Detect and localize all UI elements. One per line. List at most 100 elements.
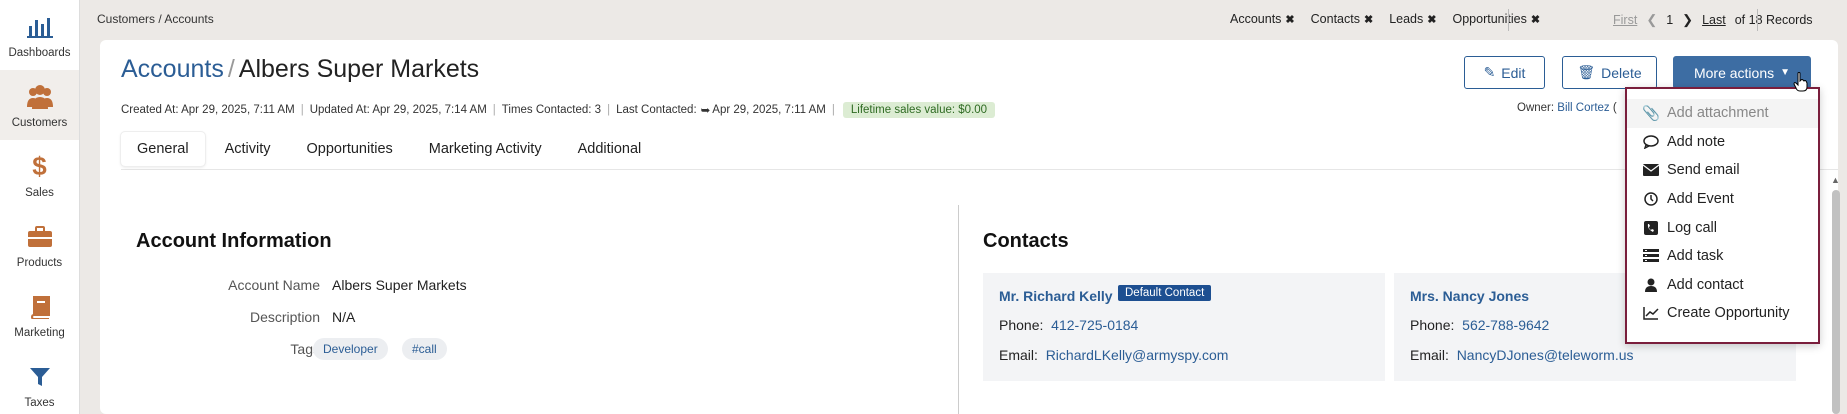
last-contacted-value: Apr 29, 2025, 7:11 AM [712, 104, 826, 116]
contact-email-link[interactable]: NancyDJones@teleworm.us [1457, 347, 1634, 363]
sidebar-item-label: Customers [11, 116, 68, 129]
tag-chip[interactable]: #call [402, 338, 447, 360]
scroll-up-arrow[interactable]: ▲ [1831, 175, 1840, 185]
menu-item-create-opportunity[interactable]: Create Opportunity [1627, 299, 1818, 328]
contact-phone-link[interactable]: 412-725-0184 [1051, 317, 1138, 333]
field-label-tags: Tags [290, 341, 320, 357]
sidebar-item-products[interactable]: Products [0, 210, 79, 280]
tag-chip[interactable]: Developer [313, 338, 388, 360]
tab-opportunities[interactable]: Opportunities [291, 132, 409, 166]
funnel-icon [25, 362, 55, 392]
menu-item-send-email[interactable]: Send email [1627, 156, 1818, 185]
menu-item-add-contact[interactable]: Add contact [1627, 271, 1818, 300]
delete-button-label: Delete [1601, 64, 1642, 81]
owner-link[interactable]: Bill Cortez [1557, 102, 1609, 114]
contact-name-link[interactable]: Mrs. Nancy Jones [1410, 288, 1529, 304]
menu-item-log-call[interactable]: Log call [1627, 213, 1818, 242]
quick-tab-leads[interactable]: Leads ✖ [1389, 12, 1436, 26]
more-actions-button[interactable]: More actions ▼ [1673, 56, 1811, 89]
divider [1508, 9, 1509, 31]
owner-suffix: ( [1612, 102, 1617, 114]
sidebar: Dashboards Customers $ Sales Products Ma… [0, 0, 80, 414]
phone-icon [1643, 220, 1659, 235]
menu-item-add-note[interactable]: Add note [1627, 128, 1818, 157]
paperclip-icon: 📎 [1641, 105, 1661, 122]
owner-info: Owner: Bill Cortez ( [1517, 102, 1617, 114]
more-actions-menu: 📎 Add attachment Add note Send email Add … [1625, 87, 1820, 344]
pager-last-link[interactable]: Last [1702, 13, 1726, 27]
caret-down-icon: ▼ [1780, 67, 1791, 78]
close-icon[interactable]: ✖ [1364, 13, 1373, 26]
contacts-heading: Contacts [983, 230, 1069, 252]
bar-chart-icon [25, 12, 55, 42]
chevron-right-icon[interactable]: ❯ [1682, 12, 1693, 28]
owner-label: Owner: [1517, 102, 1555, 114]
pager-record-count: of 18 Records [1734, 13, 1813, 27]
menu-item-label: Add note [1667, 133, 1726, 150]
top-bar: Customers / Accounts Accounts ✖ Contacts ✖… [80, 0, 1847, 40]
close-icon[interactable]: ✖ [1531, 13, 1540, 26]
menu-item-add-attachment: 📎 Add attachment [1627, 99, 1818, 128]
close-icon[interactable]: ✖ [1285, 13, 1294, 26]
field-label-account-name: Account Name [228, 277, 320, 293]
tab-additional[interactable]: Additional [562, 132, 658, 166]
record-name: Albers Super Markets [238, 55, 480, 83]
sidebar-item-dashboards[interactable]: Dashboards [0, 0, 79, 70]
envelope-icon [1643, 164, 1659, 177]
column-divider [958, 205, 959, 414]
module-link[interactable]: Accounts [121, 55, 224, 83]
updated-at: Updated At: Apr 29, 2025, 7:14 AM [309, 104, 487, 116]
menu-item-label: Add contact [1667, 276, 1744, 293]
quick-tab-accounts[interactable]: Accounts ✖ [1230, 12, 1295, 26]
contact-phone-row: Phone: 412-725-0184 [999, 317, 1138, 333]
divider [1757, 9, 1758, 31]
email-label: Email: [999, 347, 1038, 363]
delete-button[interactable]: 🗑 Delete [1562, 56, 1657, 89]
field-value-description: N/A [332, 309, 356, 325]
user-icon [1643, 278, 1659, 292]
menu-item-add-task[interactable]: Add task [1627, 242, 1818, 271]
field-value-account-name: Albers Super Markets [332, 277, 467, 293]
close-icon[interactable]: ✖ [1427, 13, 1436, 26]
menu-item-add-event[interactable]: Add Event [1627, 185, 1818, 214]
quick-tab-contacts[interactable]: Contacts ✖ [1311, 12, 1374, 26]
quick-tab-label: Leads [1389, 12, 1424, 26]
tab-general[interactable]: General [121, 132, 205, 166]
tab-marketing-activity[interactable]: Marketing Activity [413, 132, 558, 166]
contact-email-row: Email: RichardLKelly@armyspy.com [999, 347, 1228, 363]
phone-label: Phone: [1410, 317, 1455, 333]
phone-label: Phone: [999, 317, 1044, 333]
edit-button[interactable]: ✎ Edit [1464, 56, 1545, 89]
breadcrumb: Customers / Accounts [97, 12, 214, 26]
sidebar-item-label: Sales [25, 186, 54, 199]
record-tabs: General Activity Opportunities Marketing… [121, 128, 1838, 170]
sidebar-item-sales[interactable]: $ Sales [0, 140, 79, 210]
sidebar-item-customers[interactable]: Customers [0, 70, 79, 140]
tasks-icon [1643, 249, 1659, 263]
sidebar-item-label: Dashboards [8, 46, 71, 59]
edit-icon: ✎ [1483, 64, 1496, 80]
contact-phone-link[interactable]: 562-788-9642 [1462, 317, 1549, 333]
menu-item-label: Send email [1667, 162, 1740, 179]
pager-first-link[interactable]: First [1613, 13, 1637, 27]
sidebar-item-taxes[interactable]: Taxes [0, 350, 79, 414]
comment-icon [1643, 135, 1659, 149]
account-info-heading: Account Information [136, 230, 332, 252]
dollar-icon: $ [32, 151, 47, 181]
contact-name-link[interactable]: Mr. Richard Kelly [999, 288, 1113, 304]
default-contact-badge: Default Contact [1118, 285, 1212, 301]
chevron-left-icon[interactable]: ❮ [1646, 12, 1657, 28]
menu-item-label: Create Opportunity [1667, 305, 1790, 322]
sidebar-item-label: Taxes [24, 396, 55, 409]
field-label-description: Description [249, 309, 320, 325]
sign-in-icon: ➥ [700, 105, 711, 117]
sidebar-item-marketing[interactable]: Marketing [0, 280, 79, 350]
scrollbar-thumb[interactable] [1832, 190, 1840, 414]
contact-phone-row: Phone: 562-788-9642 [1410, 317, 1549, 333]
quick-tab-opportunities[interactable]: Opportunities ✖ [1452, 12, 1540, 26]
record-card: Accounts / Albers Super Markets ✎ Edit 🗑 Del… [100, 40, 1838, 414]
contact-email-link[interactable]: RichardLKelly@armyspy.com [1046, 347, 1229, 363]
more-actions-label: More actions [1693, 64, 1775, 81]
tab-activity[interactable]: Activity [209, 132, 287, 166]
clock-icon [1643, 192, 1659, 206]
